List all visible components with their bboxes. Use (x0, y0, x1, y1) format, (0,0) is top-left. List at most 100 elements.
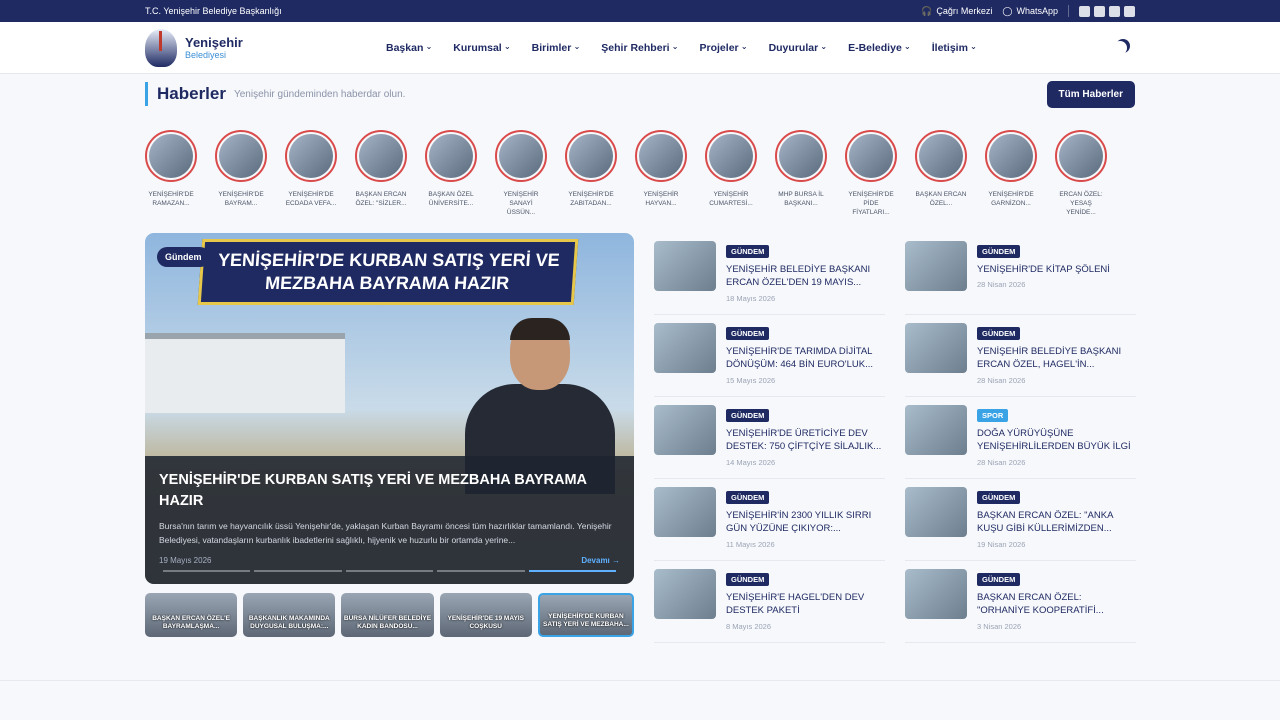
slider-thumb[interactable]: BAŞKAN ERCAN ÖZEL'E BAYRAMLAŞMA... (145, 593, 238, 637)
progress-segment[interactable] (437, 570, 525, 572)
progress-segment[interactable] (528, 570, 617, 572)
news-title[interactable]: BAŞKAN ERCAN ÖZEL: "ORHANİYE KOOPERATİFİ… (977, 591, 1136, 618)
news-item[interactable]: SPOR DOĞA YÜRÜYÜŞÜNE YENİŞEHİRLİLERDEN BÜ… (905, 397, 1136, 479)
divider (1068, 5, 1069, 17)
menu-birimler[interactable]: Birimler (532, 42, 581, 54)
story-item[interactable]: YENİŞEHİR CUMARTESİ... (705, 130, 757, 215)
menu-iletisim[interactable]: İletişim (932, 42, 977, 54)
menu-duyurular[interactable]: Duyurular (769, 42, 828, 54)
news-category-badge: GÜNDEM (977, 327, 1021, 340)
section-divider (0, 680, 1280, 681)
call-center-link[interactable]: 🎧 Çağrı Merkezi (921, 6, 992, 17)
news-item[interactable]: GÜNDEM YENİŞEHİR'DE KİTAP ŞÖLENİ 28 Nisan … (905, 233, 1136, 315)
news-title[interactable]: YENİŞEHİR'DE ÜRETİCİYE DEV DESTEK: 750 Ç… (726, 427, 885, 454)
news-item[interactable]: GÜNDEM BAŞKAN ERCAN ÖZEL: "ORHANİYE KOOPE… (905, 561, 1136, 643)
story-item[interactable]: BAŞKAN ÖZEL ÜNİVERSİTE... (425, 130, 477, 215)
news-thumbnail (654, 241, 716, 291)
progress-segment[interactable] (163, 570, 251, 572)
news-item[interactable]: GÜNDEM YENİŞEHİR'DE TARIMDA DİJİTAL DÖNÜŞ… (654, 315, 885, 397)
whatsapp-link[interactable]: ◯ WhatsApp (1002, 6, 1058, 17)
news-title[interactable]: YENİŞEHİR BELEDİYE BAŞKANI ERCAN ÖZEL, H… (977, 345, 1136, 372)
menu-baskan[interactable]: Başkan (386, 42, 432, 54)
news-title[interactable]: DOĞA YÜRÜYÜŞÜNE YENİŞEHİRLİLERDEN BÜYÜK … (977, 427, 1136, 454)
news-item[interactable]: GÜNDEM YENİŞEHİR BELEDİYE BAŞKANI ERCAN Ö… (905, 315, 1136, 397)
slider-thumb[interactable]: BURSA NİLÜFER BELEDİYE KADIN BANDOSU... (341, 593, 434, 637)
news-category-badge: GÜNDEM (726, 491, 770, 504)
story-item[interactable]: ERCAN ÖZEL: YESAŞ YENİDE... (1055, 130, 1107, 215)
hero-read-more-link[interactable]: Devamı → (581, 556, 620, 565)
news-title[interactable]: YENİŞEHİR'DE KİTAP ŞÖLENİ (977, 263, 1110, 276)
instagram-icon[interactable] (1109, 5, 1120, 17)
story-item[interactable]: BAŞKAN ERCAN ÖZEL... (915, 130, 967, 215)
slider-progress (163, 570, 617, 572)
story-item[interactable]: MHP BURSA İL BAŞKANI... (775, 130, 827, 215)
slider-thumb[interactable]: YENİŞEHİR'DE 19 MAYIS COŞKUSU (439, 593, 532, 637)
news-item[interactable]: GÜNDEM YENİŞEHİR'E HAGEL'DEN DEV DESTEK P… (654, 561, 885, 643)
news-thumbnail (654, 405, 716, 455)
story-caption: YENİŞEHİR'DE RAMAZAN... (148, 191, 194, 208)
menu-e-belediye[interactable]: E-Belediye (848, 42, 911, 54)
dark-mode-toggle-icon[interactable] (1113, 41, 1127, 55)
all-news-button[interactable]: Tüm Haberler (1046, 80, 1135, 108)
hero-title[interactable]: YENİŞEHİR'DE KURBAN SATIŞ YERİ VE MEZBAH… (159, 470, 620, 512)
section-subtitle: Yenişehir gündeminden haberdar olun. (233, 88, 406, 100)
site-logo[interactable]: Yenişehir Belediyesi (145, 28, 386, 67)
accent-bar (145, 82, 148, 106)
progress-segment[interactable] (254, 570, 342, 572)
menu-projeler[interactable]: Projeler (700, 42, 748, 54)
story-item[interactable]: BAŞKAN ERCAN ÖZEL: "SİZLER... (355, 130, 407, 215)
main-menu: Başkan Kurumsal Birimler Şehir Rehberi P… (386, 42, 977, 54)
news-title[interactable]: BAŞKAN ERCAN ÖZEL: "ANKA KUŞU GİBİ KÜLLE… (977, 509, 1136, 536)
story-item[interactable]: YENİŞEHİR'DE GARNİZON... (985, 130, 1037, 215)
slider-thumb[interactable]: BAŞKANLIK MAKAMINDA DUYGUSAL BULUŞMA:... (243, 593, 336, 637)
news-item[interactable]: GÜNDEM YENİŞEHİR'İN 2300 YILLIK SIRRI GÜN… (654, 479, 885, 561)
story-thumbnail (565, 130, 617, 182)
news-date: 28 Nisan 2026 (977, 280, 1026, 290)
slider-thumb-active[interactable]: YENİŞEHİR'DE KURBAN SATIŞ YERİ VE MEZBAH… (537, 593, 635, 637)
news-thumbnail (905, 323, 967, 373)
headset-icon: 🎧 (921, 5, 933, 16)
menu-kurumsal[interactable]: Kurumsal (453, 42, 510, 54)
story-item[interactable]: YENİŞEHİR'DE ZABITADAN... (565, 130, 617, 215)
menu-sehir-rehberi[interactable]: Şehir Rehberi (601, 42, 678, 54)
news-title[interactable]: YENİŞEHİR BELEDİYE BAŞKANI ERCAN ÖZEL'DE… (726, 263, 885, 290)
news-item[interactable]: GÜNDEM YENİŞEHİR BELEDİYE BAŞKANI ERCAN Ö… (654, 233, 885, 315)
story-item[interactable]: YENİŞEHİR'DE RAMAZAN... (145, 130, 197, 215)
news-date: 28 Nisan 2026 (977, 457, 1026, 467)
story-item[interactable]: YENİŞEHİR SANAYİ ÜSSÜN... (495, 130, 547, 215)
news-date: 8 Mayıs 2026 (726, 621, 772, 631)
story-caption: MHP BURSA İL BAŞKANI... (778, 191, 824, 208)
news-list-left: GÜNDEM YENİŞEHİR BELEDİYE BAŞKANI ERCAN Ö… (654, 233, 885, 643)
section-title: Haberler (157, 84, 226, 103)
story-item[interactable]: YENİŞEHİR HAYVAN... (635, 130, 687, 215)
news-date: 11 Mayıs 2026 (726, 539, 775, 549)
facebook-icon[interactable] (1079, 5, 1090, 17)
social-links (1079, 5, 1135, 17)
news-thumbnail (654, 569, 716, 619)
news-item[interactable]: GÜNDEM BAŞKAN ERCAN ÖZEL: "ANKA KUŞU GİBİ… (905, 479, 1136, 561)
news-category-badge: GÜNDEM (977, 573, 1021, 586)
story-item[interactable]: YENİŞEHİR'DE PİDE FİYATLARI... (845, 130, 897, 215)
youtube-icon[interactable] (1124, 5, 1135, 17)
news-thumbnail (905, 241, 967, 291)
news-thumbnail (905, 487, 967, 537)
news-title[interactable]: YENİŞEHİR'İN 2300 YILLIK SIRRI GÜN YÜZÜN… (726, 509, 885, 536)
story-thumbnail (215, 130, 267, 182)
progress-segment[interactable] (345, 570, 434, 572)
story-item[interactable]: YENİŞEHİR'DE ECDADA VEFA... (285, 130, 337, 215)
story-thumbnail (145, 130, 197, 182)
story-caption: YENİŞEHİR CUMARTESİ... (709, 191, 753, 208)
news-category-badge: GÜNDEM (726, 245, 770, 258)
org-name: T.C. Yenişehir Belediye Başkanlığı (145, 6, 282, 16)
hero-slider[interactable]: YENİŞEHİR'DE KURBAN SATIŞ YERİ VE MEZBAH… (145, 233, 634, 584)
news-list-right: GÜNDEM YENİŞEHİR'DE KİTAP ŞÖLENİ 28 Nisan … (905, 233, 1136, 643)
news-title[interactable]: YENİŞEHİR'DE TARIMDA DİJİTAL DÖNÜŞÜM: 46… (726, 345, 885, 372)
story-thumbnail (985, 130, 1037, 182)
news-item[interactable]: GÜNDEM YENİŞEHİR'DE ÜRETİCİYE DEV DESTEK:… (654, 397, 885, 479)
news-category-badge: GÜNDEM (977, 491, 1021, 504)
story-thumbnail (915, 130, 967, 182)
news-title[interactable]: YENİŞEHİR'E HAGEL'DEN DEV DESTEK PAKETİ (726, 591, 885, 618)
story-item[interactable]: YENİŞEHİR'DE BAYRAM... (215, 130, 267, 215)
x-icon[interactable] (1094, 5, 1105, 17)
news-date: 19 Nisan 2026 (977, 539, 1026, 549)
